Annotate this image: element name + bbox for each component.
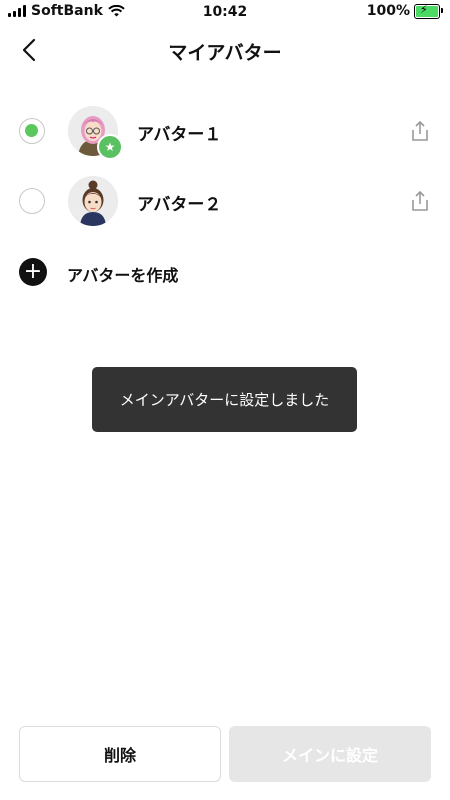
- battery-percent: 100%: [366, 3, 410, 19]
- toast-text: メインアバターに設定しました: [119, 391, 330, 409]
- share-icon[interactable]: [409, 120, 431, 142]
- status-right: 100% ⚡: [366, 3, 443, 19]
- page-title: マイアバター: [168, 42, 282, 64]
- avatar-2-image: [68, 176, 118, 226]
- avatar-1-label: アバター１: [137, 125, 222, 145]
- share-icon[interactable]: [409, 190, 431, 212]
- toast-message: メインアバターに設定しました: [92, 367, 357, 432]
- set-main-button[interactable]: メインに設定: [229, 726, 431, 782]
- create-avatar-button[interactable]: + アバターを作成: [0, 254, 450, 294]
- radio-avatar-2[interactable]: [19, 188, 45, 214]
- create-avatar-label: アバターを作成: [67, 266, 179, 285]
- avatar-row-1[interactable]: ★ アバター１: [0, 96, 450, 166]
- delete-button[interactable]: 削除: [19, 726, 221, 782]
- radio-selected-dot: [25, 124, 38, 137]
- avatar-row-2[interactable]: アバター２: [0, 166, 450, 236]
- star-icon: ★: [104, 140, 116, 154]
- nav-header: マイアバター: [0, 28, 450, 72]
- radio-avatar-1[interactable]: [19, 118, 45, 144]
- status-bar: SoftBank 10:42 100% ⚡: [0, 0, 450, 24]
- main-avatar-badge: ★: [97, 134, 123, 160]
- plus-icon: +: [19, 258, 47, 286]
- avatar-2-label: アバター２: [137, 195, 222, 215]
- battery-icon: ⚡: [414, 3, 443, 19]
